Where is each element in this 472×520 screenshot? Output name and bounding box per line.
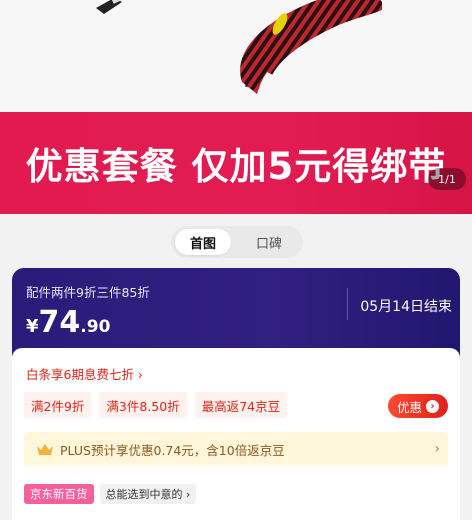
price-integer: 74 [38, 305, 81, 340]
product-image[interactable] [0, 0, 472, 112]
price-card-subtitle: 配件两件9折三件85折 [26, 285, 150, 300]
arrow-right-icon: › [426, 399, 439, 413]
new-department-store-row: 京东新百货 总能选到中意的 › [24, 484, 197, 504]
crown-icon [37, 444, 53, 455]
promo-text: 优惠套餐 仅加5元得绑带 [25, 145, 447, 188]
cable-clip-image [96, 0, 123, 14]
media-tabs: 首图 口碑 [171, 226, 303, 258]
image-page-counter: 1/1 [428, 168, 466, 190]
price-card: 配件两件9折三件85折 ¥74.90 05月14日结束 [12, 268, 460, 358]
discount-chips: 满2件9折 满3件8.50折 最高返74京豆 [24, 392, 288, 418]
discount-chip[interactable]: 最高返74京豆 [194, 392, 288, 418]
price-currency: ¥ [26, 316, 39, 337]
cable-image [240, 0, 382, 94]
coupon-label: 优惠 [396, 399, 422, 415]
chevron-right-icon: › [434, 441, 440, 457]
tab-reviews[interactable]: 口碑 [237, 229, 301, 255]
promotion-info-card: 白条享6期息费七折 › 满2件9折 满3件8.50折 最高返74京豆 优惠 › … [12, 348, 460, 520]
store-slogan-link[interactable]: 总能选到中意的 › [99, 484, 197, 504]
promotion-end-date: 05月14日结束 [360, 299, 452, 315]
jd-new-department-store-badge: 京东新百货 [24, 484, 94, 504]
promo-banner[interactable]: 优惠套餐 仅加5元得绑带 [0, 112, 472, 214]
tab-main-image[interactable]: 首图 [175, 229, 231, 255]
plus-text: PLUS预计享优惠0.74元，含10倍返京豆 [60, 442, 285, 458]
baitiao-installment-link[interactable]: 白条享6期息费七折 › [26, 364, 143, 383]
price: ¥74.90 [26, 305, 110, 340]
discount-chip[interactable]: 满3件8.50折 [99, 392, 187, 418]
coupon-button[interactable]: 优惠 › [388, 394, 448, 418]
discount-chip[interactable]: 满2件9折 [24, 392, 92, 418]
price-card-divider [347, 288, 348, 320]
price-decimal: .90 [80, 317, 111, 337]
plus-discount-bar[interactable]: PLUS预计享优惠0.74元，含10倍返京豆 › [24, 432, 448, 466]
